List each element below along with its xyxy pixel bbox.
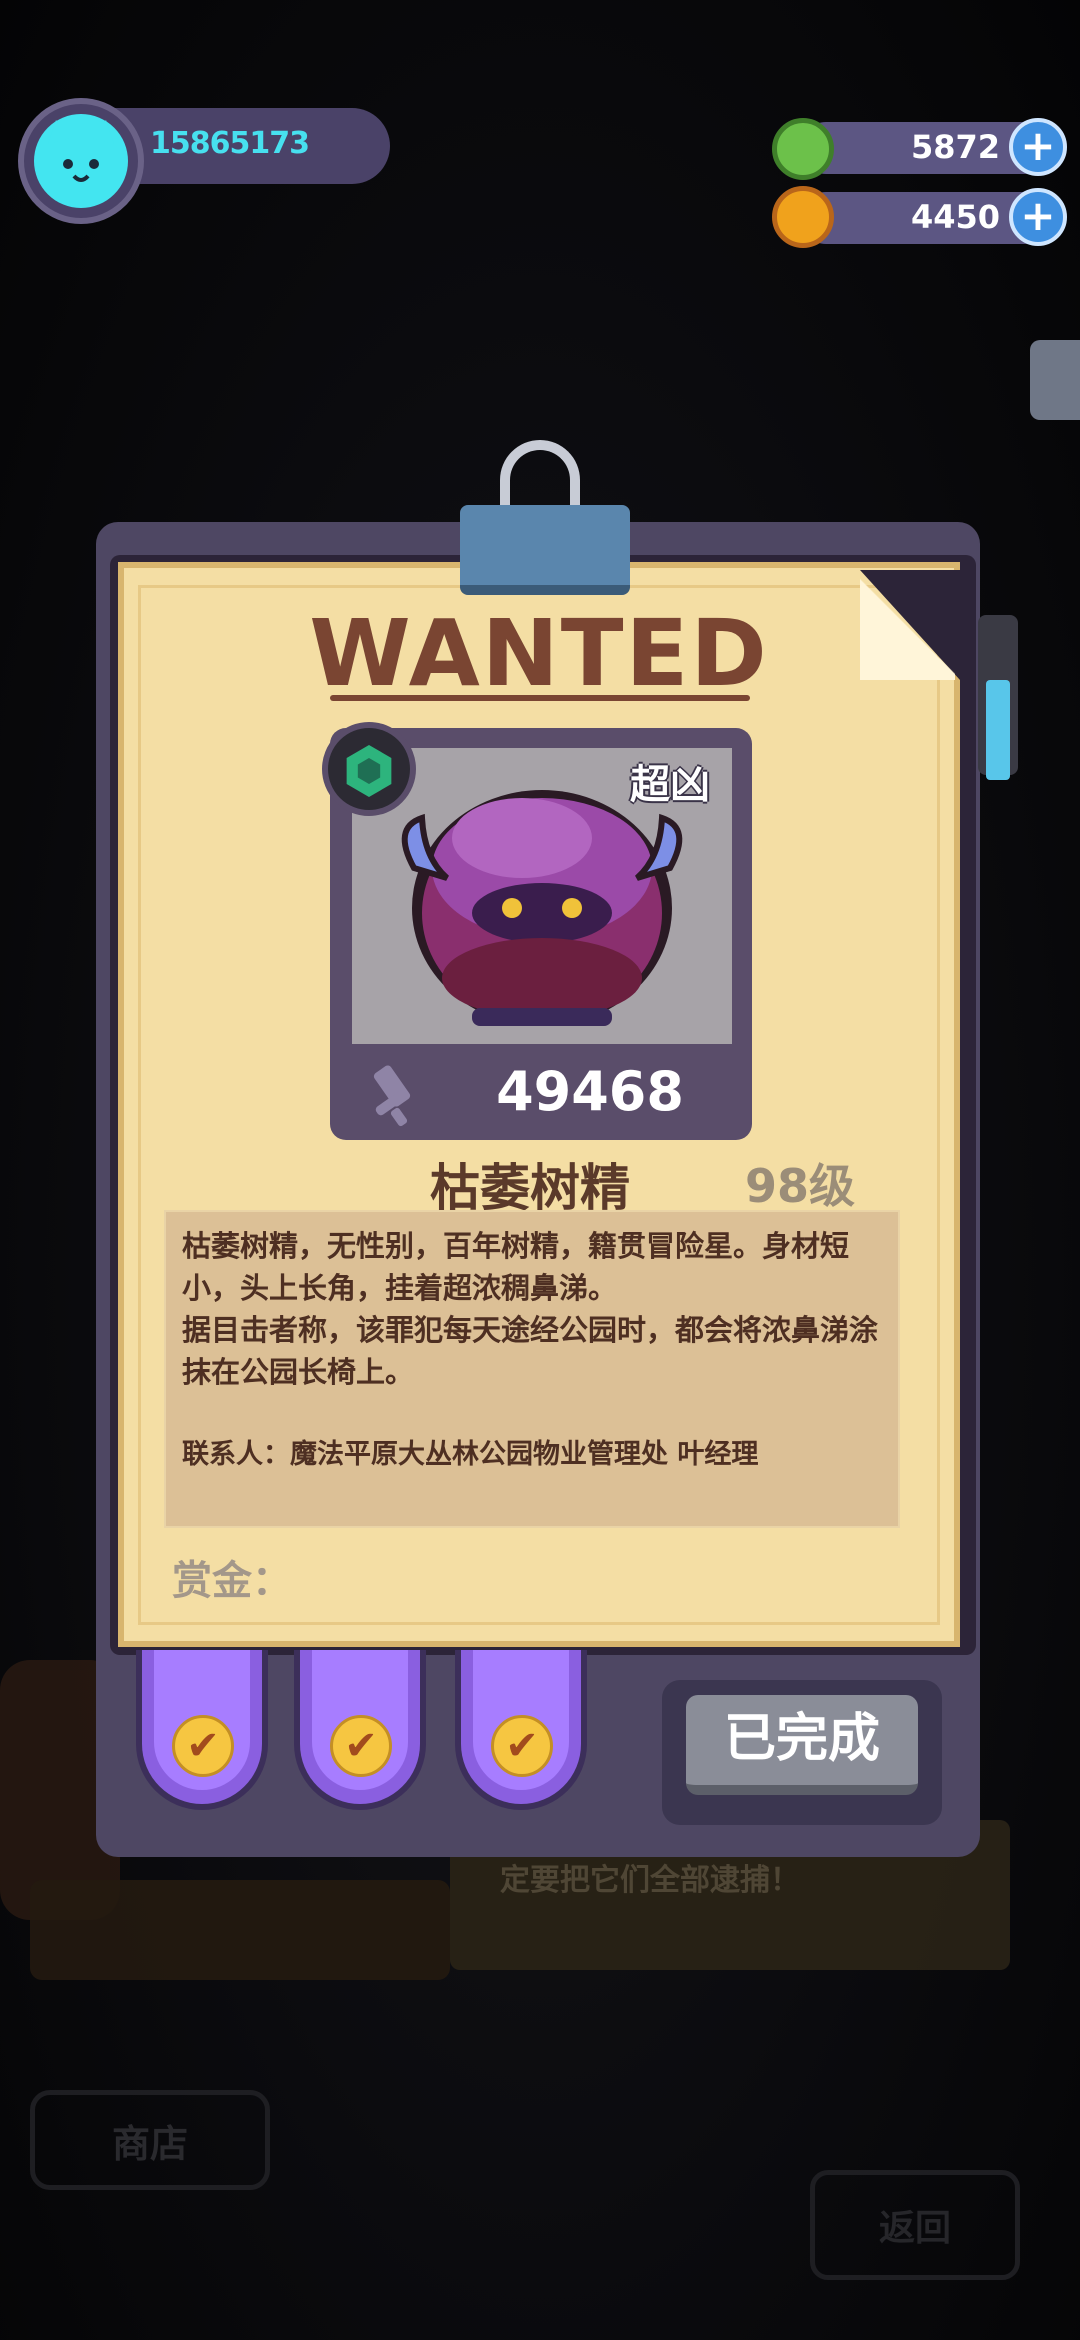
- shop-button: 商店: [30, 2090, 270, 2190]
- game-screen: 定要把它们全部逮捕！ 商店 返回 15865173 5872 + 4450 + …: [0, 0, 1080, 2340]
- title-underline: [330, 695, 750, 701]
- check-icon: ✔: [172, 1715, 234, 1777]
- avatar-cat-icon[interactable]: [34, 114, 128, 208]
- player-id: 15865173: [150, 126, 310, 161]
- background-banner-text: 定要把它们全部逮捕！: [500, 1863, 800, 1898]
- monster-level: 98级: [745, 1159, 856, 1213]
- gold-planet-coin-icon: [772, 186, 834, 248]
- wanted-title: WANTED: [309, 600, 769, 707]
- check-icon: ✔: [330, 1715, 392, 1777]
- green-coin-icon: [772, 118, 834, 180]
- back-button: 返回: [810, 2170, 1020, 2280]
- currency-gold-value: 4450: [910, 198, 1000, 236]
- panel-side-gauge-fill: [986, 680, 1010, 780]
- danger-tier-label: 超凶: [630, 762, 710, 808]
- add-green-currency-button[interactable]: +: [1009, 118, 1067, 176]
- check-icon: ✔: [491, 1715, 553, 1777]
- currency-green-value: 5872: [910, 128, 1000, 166]
- contact-info: 联系人：魔法平原大丛林公园物业管理处 叶经理: [182, 1439, 759, 1470]
- side-menu-icon[interactable]: [1030, 340, 1080, 420]
- reward-label: 赏金：: [172, 1558, 292, 1604]
- monster-description: 枯萎树精，无性别，百年树精，籍贯冒险星。身材短小，头上长角，挂着超浓稠鼻涕。 据…: [182, 1229, 879, 1389]
- binder-clip-icon: [460, 505, 630, 595]
- background-bench: [30, 1880, 450, 1980]
- reward-ribbon-3[interactable]: ✔: [455, 1650, 587, 1810]
- add-gold-currency-button[interactable]: +: [1009, 188, 1067, 246]
- reward-ribbon-2[interactable]: ✔: [294, 1650, 426, 1810]
- completed-button[interactable]: 已完成: [686, 1695, 918, 1795]
- sword-icon: [360, 1062, 430, 1132]
- reward-ribbon-1[interactable]: ✔: [136, 1650, 268, 1810]
- combat-power: 49468: [496, 1060, 684, 1123]
